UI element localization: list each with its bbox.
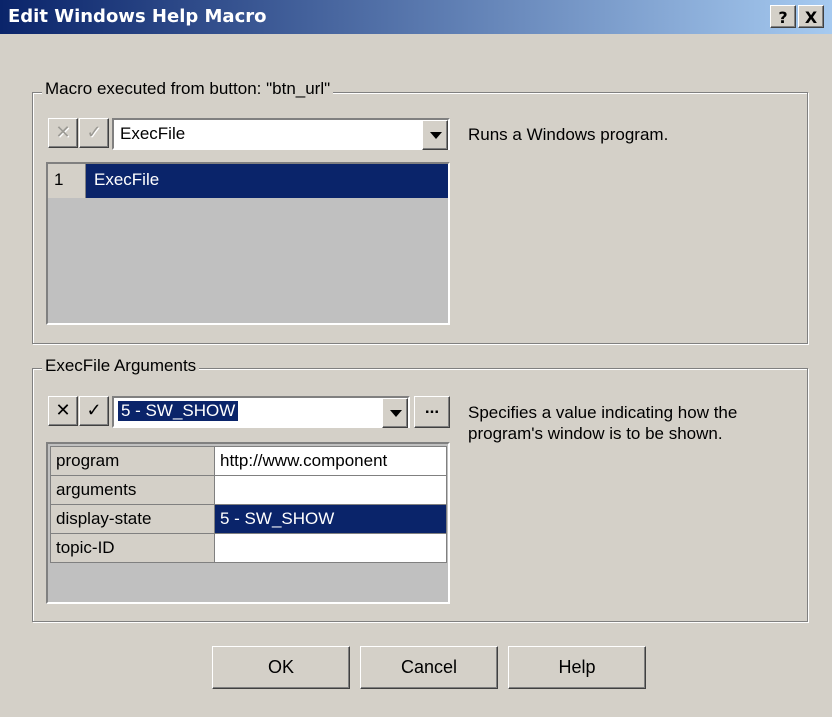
table-row[interactable]: arguments <box>50 475 447 505</box>
argument-dropdown-arrow-icon[interactable] <box>382 398 408 428</box>
list-item[interactable]: 1 ExecFile <box>48 164 448 198</box>
table-row[interactable]: program http://www.component <box>50 446 447 476</box>
arguments-grid: program http://www.component arguments d… <box>50 446 447 563</box>
arg-name: topic-ID <box>50 533 215 563</box>
arg-value[interactable]: http://www.component <box>214 446 447 476</box>
macro-dropdown-arrow-icon[interactable] <box>422 120 448 150</box>
macro-combobox[interactable]: ExecFile <box>112 118 450 150</box>
window-title: Edit Windows Help Macro <box>8 6 267 27</box>
arg-name: arguments <box>50 475 215 505</box>
cancel-argument-icon[interactable]: ✕ <box>48 396 78 426</box>
table-row[interactable]: display-state 5 - SW_SHOW <box>50 504 447 534</box>
ok-button[interactable]: OK <box>212 646 350 689</box>
argument-description: Specifies a value indicating how the pro… <box>468 403 738 443</box>
arg-value[interactable] <box>214 475 447 505</box>
arg-value[interactable]: 5 - SW_SHOW <box>214 504 447 534</box>
argument-combobox-value: 5 - SW_SHOW <box>118 401 239 421</box>
macro-list[interactable]: 1 ExecFile <box>46 162 450 325</box>
title-bar[interactable]: Edit Windows Help Macro ? X <box>0 0 832 34</box>
browse-button[interactable]: ... <box>414 396 450 428</box>
list-item-name: ExecFile <box>94 170 160 189</box>
help-button[interactable]: Help <box>508 646 646 689</box>
arguments-group-legend: ExecFile Arguments <box>42 356 200 376</box>
cancel-button[interactable]: Cancel <box>360 646 498 689</box>
accept-macro-icon[interactable]: ✓ <box>79 118 109 148</box>
cancel-macro-icon[interactable]: ✕ <box>48 118 78 148</box>
accept-argument-icon[interactable]: ✓ <box>79 396 109 426</box>
macro-group-legend: Macro executed from button: "btn_url" <box>42 79 334 99</box>
arg-name: program <box>50 446 215 476</box>
argument-combobox[interactable]: 5 - SW_SHOW <box>112 396 410 428</box>
macro-combobox-value: ExecFile <box>120 124 186 143</box>
close-title-button[interactable]: X <box>798 5 824 28</box>
help-title-button[interactable]: ? <box>770 5 796 28</box>
arg-name: display-state <box>50 504 215 534</box>
arg-value[interactable] <box>214 533 447 563</box>
arguments-table[interactable]: program http://www.component arguments d… <box>46 442 450 604</box>
table-row[interactable]: topic-ID <box>50 533 447 563</box>
list-item-number: 1 <box>48 164 86 198</box>
macro-description: Runs a Windows program. <box>468 125 669 144</box>
